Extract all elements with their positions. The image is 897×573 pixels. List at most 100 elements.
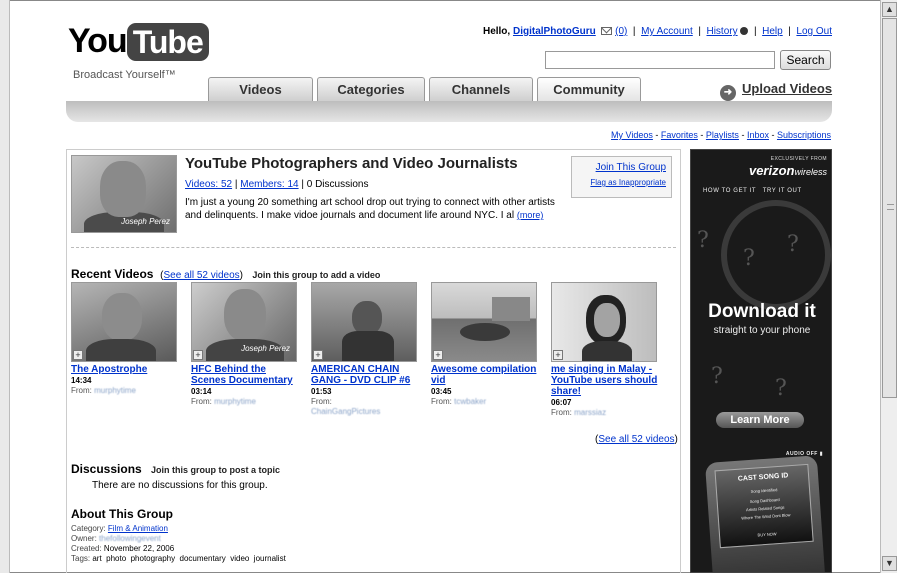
search-input[interactable] [545,51,775,69]
video-title[interactable]: The Apostrophe [71,364,179,375]
video-duration: 14:34 [71,376,92,385]
mail-count-link[interactable]: (0) [615,26,627,37]
group-title: YouTube Photographers and Video Journali… [185,155,518,172]
tags-value[interactable]: art photo photography documentary video … [92,554,285,563]
username-link[interactable]: DigitalPhotoGuru [513,26,596,37]
sub-navigation: My Videos - Favorites - Playlists - Inbo… [611,130,831,140]
upload-arrow-icon: ➜ [720,85,736,101]
video-item[interactable]: + Awesome compilation vid 03:45 From: tc… [431,282,539,407]
history-dropdown-icon[interactable] [740,27,749,35]
tags-label: Tags: [71,554,91,563]
inbox-link[interactable]: Inbox [747,130,769,140]
add-to-quicklist-icon[interactable]: + [553,350,563,360]
video-item[interactable]: + The Apostrophe 14:34 From: murphytime [71,282,179,396]
video-duration: 01:53 [311,387,332,396]
about-created: Created: November 22, 2006 [71,544,286,554]
help-link[interactable]: Help [762,26,783,37]
learn-more-button[interactable]: Learn More [716,412,804,428]
search-button[interactable]: Search [780,50,831,70]
video-thumbnail[interactable]: Joseph Perez + [191,282,297,362]
add-to-quicklist-icon[interactable]: + [193,350,203,360]
group-description: I'm just a young 20 something art school… [185,196,565,222]
video-thumbnail[interactable]: + [551,282,657,362]
add-to-quicklist-icon[interactable]: + [313,350,323,360]
ad-question-mark: ? [697,228,709,253]
see-all-videos-bottom-link[interactable]: See all 52 videos [598,434,674,445]
my-account-link[interactable]: My Account [641,26,693,37]
youtube-logo[interactable]: You Tube [68,22,209,61]
add-to-quicklist-icon[interactable]: + [73,350,83,360]
flag-inappropriate-link[interactable]: Flag as Inappropriate [572,178,666,187]
verizon-advertisement[interactable]: ? ? ? ? ? EXCLUSIVELY FROM verizonwirele… [690,149,832,573]
join-to-post-topic[interactable]: Join this group to post a topic [151,465,280,475]
about-category: Category: Film & Animation [71,524,286,534]
video-duration: 03:14 [191,387,212,396]
ad-swirl-graphic [721,200,831,310]
logout-link[interactable]: Log Out [796,26,832,37]
video-author-link[interactable]: murphytime [214,397,256,406]
logo-you: You [68,22,128,60]
video-title[interactable]: Awesome compilation vid [431,364,539,386]
ad-screen-title: CAST SONG ID [737,472,789,483]
favorites-link[interactable]: Favorites [661,130,698,140]
main-tabs: Videos Categories Channels Community [208,77,641,101]
group-description-text: I'm just a young 20 something art school… [185,197,555,221]
scroll-up-icon[interactable]: ▲ [882,2,897,17]
category-link[interactable]: Film & Animation [108,524,168,533]
group-panel: Joseph Perez YouTube Photographers and V… [66,149,681,573]
scroll-down-icon[interactable]: ▼ [882,556,897,571]
owner-link[interactable]: thefollowingevent [99,534,161,543]
my-videos-link[interactable]: My Videos [611,130,653,140]
greeting: Hello, [482,26,511,37]
group-members-link[interactable]: Members: 14 [240,179,298,190]
tab-videos[interactable]: Videos [208,77,313,101]
vertical-scrollbar[interactable]: ▲ ▼ [880,0,897,573]
playlists-link[interactable]: Playlists [706,130,739,140]
video-item[interactable]: + me singing in Malay - YouTube users sh… [551,282,659,418]
video-author-link[interactable]: ChainGangPictures [311,407,380,416]
upload-videos-link[interactable]: Upload Videos [742,81,832,96]
thumb-signature: Joseph Perez [121,217,170,226]
see-all-videos-link[interactable]: See all 52 videos [164,270,240,281]
thumb-trampoline [460,323,510,341]
more-link[interactable]: (more) [517,210,544,220]
scrollbar-thumb[interactable] [882,18,897,398]
video-item[interactable]: Joseph Perez + HFC Behind the Scenes Doc… [191,282,299,407]
thumb-subject [102,293,142,341]
thumb-house [492,297,530,321]
thumb-signature: Joseph Perez [241,344,290,353]
verizon-logo: verizonwireless [691,163,827,178]
video-title[interactable]: me singing in Malay - YouTube users shou… [551,364,659,397]
mail-icon[interactable] [601,27,613,35]
discussions-title: Discussions [71,462,142,476]
tab-categories[interactable]: Categories [317,77,425,101]
video-author-link[interactable]: marssiaz [574,408,606,417]
about-section: About This Group Category: Film & Animat… [71,507,286,564]
owner-label: Owner: [71,534,97,543]
discussions-heading: Discussions Join this group to post a to… [71,462,280,476]
history-link[interactable]: History [706,26,737,37]
tab-community[interactable]: Community [537,77,641,101]
upload-videos[interactable]: ➜ Upload Videos [720,81,832,101]
group-meta: Videos: 52 | Members: 14 | 0 Discussions [185,179,369,190]
video-author-link[interactable]: murphytime [94,386,136,395]
video-thumbnail[interactable]: + [71,282,177,362]
from-label: From: [191,397,212,406]
group-thumbnail[interactable]: Joseph Perez [71,155,177,233]
ad-headline: Download it [708,301,816,322]
video-thumbnail[interactable]: + [311,282,417,362]
video-title[interactable]: AMERICAN CHAIN GANG - DVD CLIP #6 [311,364,419,386]
join-group-link[interactable]: Join This Group [572,162,666,173]
ad-links[interactable]: HOW TO GET IT TRY IT OUT [703,188,802,194]
video-title[interactable]: HFC Behind the Scenes Documentary [191,364,299,386]
thumb-subject [594,303,620,337]
video-author-link[interactable]: tcwbaker [454,397,486,406]
video-item[interactable]: + AMERICAN CHAIN GANG - DVD CLIP #6 01:5… [311,282,419,417]
group-videos-link[interactable]: Videos: 52 [185,179,232,190]
add-to-quicklist-icon[interactable]: + [433,350,443,360]
subscriptions-link[interactable]: Subscriptions [777,130,831,140]
tab-channels[interactable]: Channels [429,77,533,101]
ad-subline: straight to your phone [713,325,811,336]
video-thumbnail[interactable]: + [431,282,537,362]
join-to-add-video[interactable]: Join this group to add a video [252,270,380,280]
